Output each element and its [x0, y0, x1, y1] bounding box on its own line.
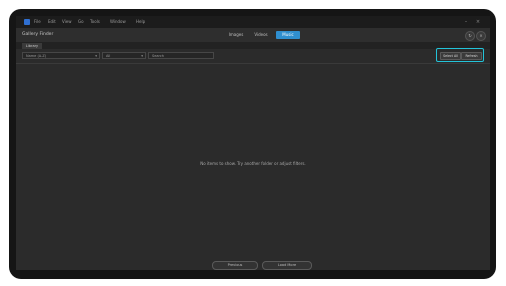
previous-button[interactable]: Previous — [212, 261, 258, 270]
app-icon — [24, 19, 30, 25]
sort-select[interactable]: Name (A-Z) ▾ — [22, 52, 100, 59]
menu-file[interactable]: File — [34, 18, 41, 26]
select-all-button[interactable]: Select All — [440, 52, 461, 60]
sort-select-value: Name (A-Z) — [26, 54, 47, 58]
window-title: Gallery Finder — [22, 32, 54, 37]
menu-tools[interactable]: Tools — [90, 18, 100, 26]
menu-help[interactable]: Help — [136, 18, 145, 26]
app-screen: File Edit View Go Tools Window Help – × … — [16, 16, 490, 270]
title-bar: Gallery Finder Images Videos Music ↻ × — [16, 28, 490, 42]
type-select-value: All — [106, 54, 111, 58]
tab-strip: Library — [16, 42, 490, 49]
chevron-down-icon: ▾ — [95, 54, 97, 58]
load-more-button[interactable]: Load More — [262, 261, 312, 270]
menu-window[interactable]: Window — [110, 18, 126, 26]
refresh-button[interactable]: Refresh — [461, 52, 482, 60]
empty-state-message: No items to show. Try another folder or … — [200, 161, 306, 166]
mode-music[interactable]: Music — [276, 31, 300, 39]
type-select[interactable]: All ▾ — [102, 52, 146, 59]
menu-go[interactable]: Go — [78, 18, 84, 26]
mode-images[interactable]: Images — [226, 31, 246, 39]
filter-bar: Name (A-Z) ▾ All ▾ Search Select All Ref… — [16, 48, 490, 64]
toolbox-highlight: Select All Refresh — [436, 48, 484, 62]
close-panel-icon[interactable]: × — [476, 31, 486, 41]
search-input[interactable]: Search — [148, 52, 214, 59]
menu-edit[interactable]: Edit — [48, 18, 56, 26]
chevron-down-icon: ▾ — [141, 54, 143, 58]
search-placeholder: Search — [152, 54, 165, 58]
minimize-icon[interactable]: – — [462, 17, 470, 27]
close-icon[interactable]: × — [474, 17, 482, 27]
refresh-icon[interactable]: ↻ — [465, 31, 475, 41]
menu-view[interactable]: View — [62, 18, 72, 26]
menu-bar: File Edit View Go Tools Window Help – × — [16, 16, 490, 28]
mode-videos[interactable]: Videos — [250, 31, 272, 39]
